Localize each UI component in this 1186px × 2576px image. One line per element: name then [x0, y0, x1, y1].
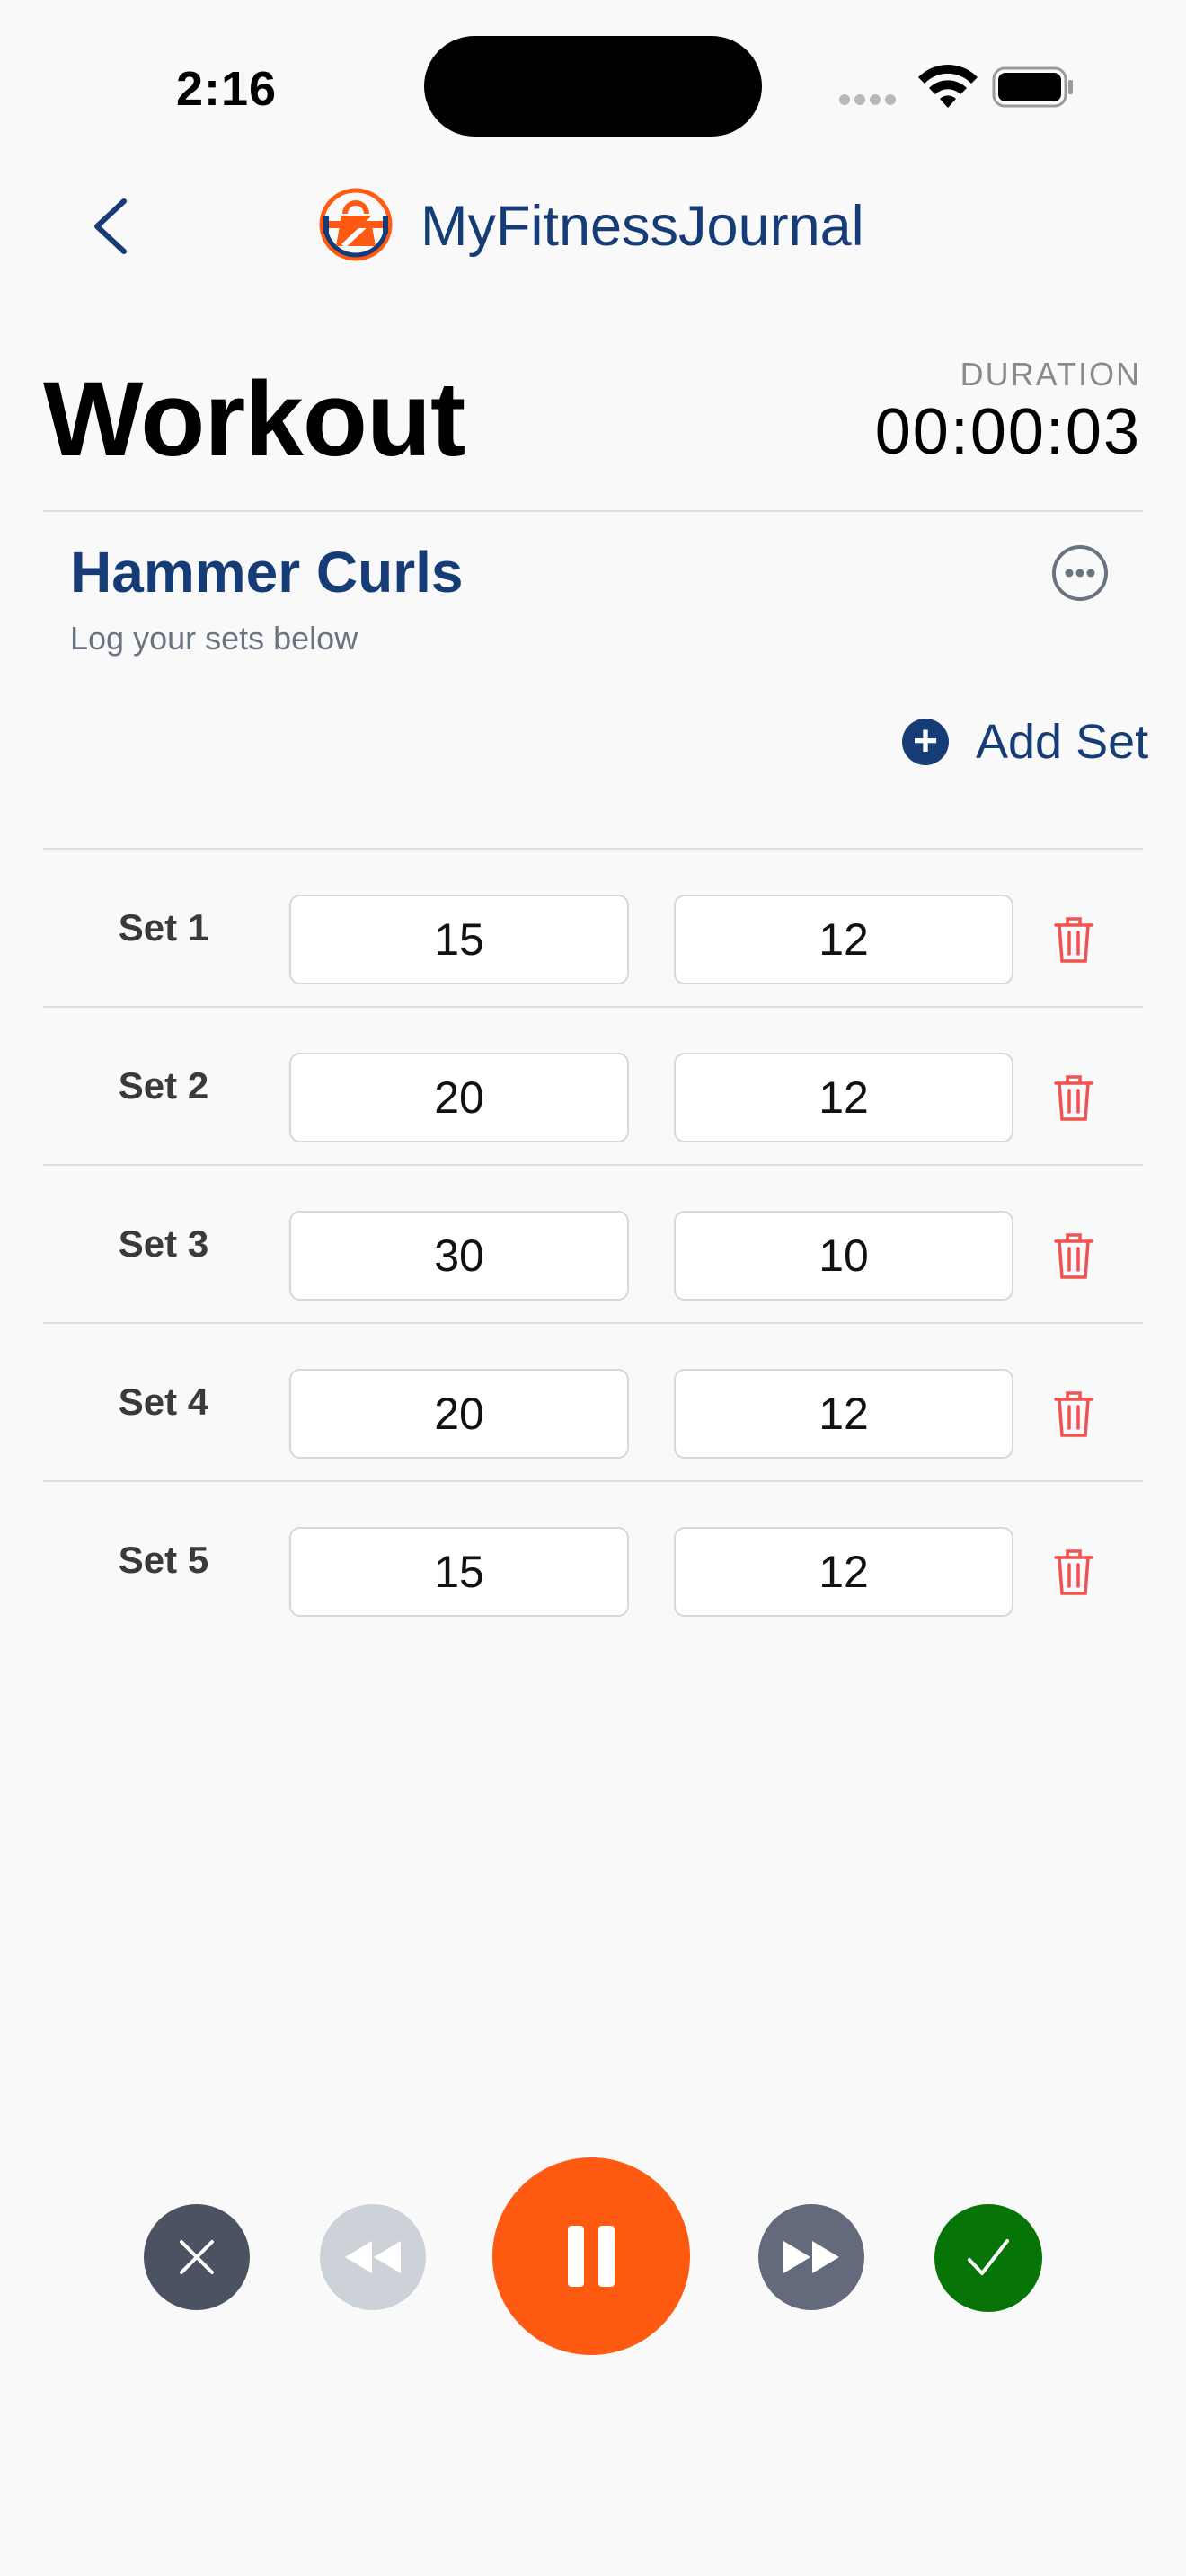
duration-timer: 00:00:03: [874, 396, 1141, 468]
set-label: Set 5: [118, 1539, 209, 1581]
set-row: Set 4 20 12: [43, 1324, 1143, 1480]
status-time: 2:16: [175, 62, 278, 116]
x-icon: [180, 2240, 214, 2274]
app-title: MyFitnessJournal: [420, 195, 864, 258]
reps-input[interactable]: 10: [674, 1211, 1013, 1301]
set-row: Set 5 15 12: [43, 1482, 1143, 1638]
cancel-workout-button[interactable]: [144, 2204, 250, 2310]
kettlebell-logo: [319, 188, 393, 261]
delete-set-button[interactable]: [1053, 1547, 1094, 1597]
battery-icon: [992, 66, 1073, 108]
rewind-icon: [345, 2241, 401, 2273]
rewind-button[interactable]: [320, 2204, 426, 2310]
set-row: Set 1 15 12: [43, 850, 1143, 1006]
reps-input[interactable]: 12: [674, 1369, 1013, 1459]
weight-input[interactable]: 30: [289, 1211, 629, 1301]
back-button[interactable]: [83, 190, 140, 262]
cellular-signal-icon: [839, 93, 900, 110]
exercise-subtitle: Log your sets below: [70, 620, 358, 657]
wifi-icon: [918, 65, 978, 108]
delete-set-button[interactable]: [1053, 1389, 1094, 1439]
set-row: Set 2 20 12: [43, 1008, 1143, 1164]
add-set-label: Add Set: [976, 715, 1149, 769]
delete-set-button[interactable]: [1053, 1231, 1094, 1281]
set-row: Set 3 30 10: [43, 1166, 1143, 1322]
weight-input[interactable]: 20: [289, 1369, 629, 1459]
header-divider: [43, 510, 1143, 512]
exercise-name: Hammer Curls: [70, 540, 464, 604]
add-set-button[interactable]: + Add Set: [902, 710, 1148, 774]
checkmark-icon: [968, 2239, 1009, 2275]
reps-input[interactable]: 12: [674, 1053, 1013, 1142]
weight-input[interactable]: 15: [289, 895, 629, 984]
reps-input[interactable]: 12: [674, 895, 1013, 984]
plus-circle-icon: +: [902, 719, 949, 765]
duration-label: DURATION: [960, 356, 1141, 393]
weight-input[interactable]: 20: [289, 1053, 629, 1142]
set-label: Set 2: [118, 1064, 209, 1107]
dynamic-island: [424, 36, 762, 137]
weight-input[interactable]: 15: [289, 1527, 629, 1617]
fast-forward-button[interactable]: [758, 2204, 864, 2310]
fast-forward-icon: [783, 2241, 839, 2273]
set-label: Set 4: [118, 1381, 209, 1423]
set-label: Set 3: [118, 1222, 209, 1265]
page-title: Workout: [43, 360, 465, 479]
delete-set-button[interactable]: [1053, 914, 1094, 965]
more-options-button[interactable]: [1051, 544, 1109, 602]
pause-icon: [568, 2226, 615, 2287]
pause-button[interactable]: [492, 2157, 690, 2355]
finish-workout-button[interactable]: [934, 2204, 1042, 2312]
reps-input[interactable]: 12: [674, 1527, 1013, 1617]
delete-set-button[interactable]: [1053, 1072, 1094, 1123]
set-label: Set 1: [118, 906, 209, 948]
